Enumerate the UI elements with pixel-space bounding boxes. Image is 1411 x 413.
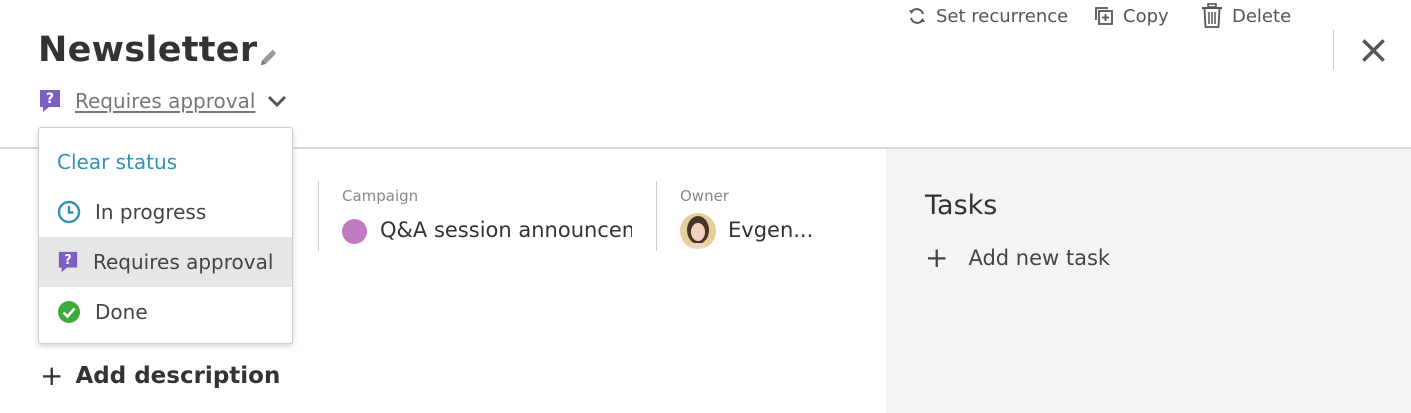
svg-text:?: ? [46, 91, 54, 107]
page-title[interactable]: Newsletter [38, 30, 257, 70]
chevron-down-icon[interactable] [265, 89, 289, 113]
tasks-title: Tasks [925, 190, 998, 221]
campaign-value[interactable]: Q&A session announceme [380, 218, 632, 242]
add-task-button[interactable]: + Add new task [925, 244, 1110, 272]
clear-status-label: Clear status [57, 150, 178, 174]
owner-value[interactable]: Evgen... [728, 218, 818, 242]
campaign-label: Campaign [342, 187, 419, 205]
svg-text:?: ? [64, 253, 71, 268]
status-option-label: In progress [95, 200, 207, 224]
status-dropdown: Clear status In progress ? Requires appr… [38, 127, 293, 344]
delete-label: Delete [1232, 5, 1292, 27]
status-label[interactable]: Requires approval [75, 89, 255, 113]
campaign-color-dot [342, 219, 367, 244]
plus-icon: + [40, 359, 64, 392]
status-option-label: Requires approval [93, 250, 274, 274]
clear-status-option[interactable]: Clear status [39, 137, 292, 187]
field-divider [656, 181, 657, 251]
question-bubble-icon: ? [58, 251, 78, 273]
plus-icon: + [925, 241, 949, 274]
status-option-in-progress[interactable]: In progress [39, 187, 292, 237]
recurrence-icon [909, 8, 925, 24]
delete-button[interactable]: Delete [1201, 0, 1291, 32]
set-recurrence-button[interactable]: Set recurrence [907, 0, 1068, 32]
field-divider [318, 181, 319, 251]
trash-icon [1202, 3, 1222, 28]
check-circle-icon [58, 301, 80, 323]
tasks-panel [886, 149, 1411, 413]
copy-icon [1095, 7, 1113, 25]
clock-icon [57, 200, 81, 224]
copy-button[interactable]: Copy [1094, 0, 1169, 32]
status-option-done[interactable]: Done [39, 287, 292, 337]
add-description-label: Add description [75, 363, 281, 389]
avatar-image [680, 213, 716, 249]
question-bubble-icon: ? [40, 90, 60, 112]
set-recurrence-label: Set recurrence [936, 5, 1069, 27]
edit-pencil-icon[interactable] [258, 46, 280, 68]
status-option-requires-approval[interactable]: ? Requires approval [39, 237, 292, 287]
card-header: Newsletter ? Requires approval Set recur… [0, 0, 1411, 148]
owner-label: Owner [680, 187, 729, 205]
status-selector[interactable]: ? Requires approval [38, 87, 289, 115]
close-icon[interactable] [1360, 37, 1387, 64]
avatar[interactable] [680, 213, 716, 249]
status-option-label: Done [95, 300, 148, 324]
add-task-label: Add new task [968, 246, 1111, 270]
toolbar-divider [1333, 30, 1334, 70]
copy-label: Copy [1123, 5, 1169, 27]
add-description-button[interactable]: + Add description [40, 362, 280, 390]
